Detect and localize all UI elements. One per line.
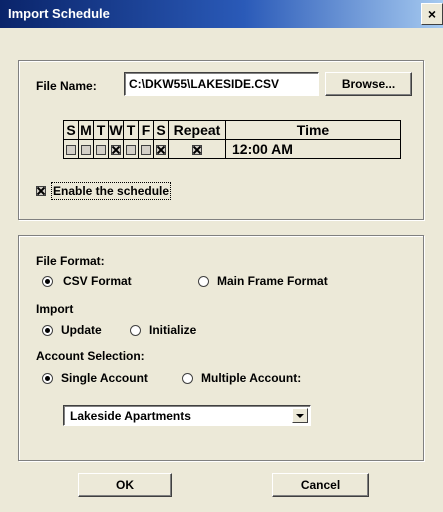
header-sunday: S xyxy=(63,120,79,140)
header-wednesday: W xyxy=(108,120,124,140)
header-thursday: T xyxy=(123,120,139,140)
schedule-time[interactable]: 12:00 AM xyxy=(225,139,401,159)
multiple-account-radio[interactable] xyxy=(182,373,193,384)
update-radio[interactable] xyxy=(42,325,53,336)
header-saturday: S xyxy=(153,120,169,140)
dialog-body: File Name: C:\DKW55\LAKESIDE.CSV Browse.… xyxy=(0,28,443,512)
enable-schedule-label[interactable]: Enable the schedule xyxy=(50,182,172,200)
browse-button[interactable]: Browse... xyxy=(325,72,412,96)
day-checkbox-saturday[interactable] xyxy=(156,145,166,156)
chevron-down-icon[interactable] xyxy=(292,408,308,423)
header-monday: M xyxy=(78,120,94,140)
day-checkbox-friday[interactable] xyxy=(141,145,151,156)
single-account-label[interactable]: Single Account xyxy=(61,371,148,385)
enable-schedule-checkbox[interactable] xyxy=(36,186,46,196)
update-label[interactable]: Update xyxy=(61,323,102,337)
ok-button[interactable]: OK xyxy=(78,473,172,497)
main-frame-format-radio[interactable] xyxy=(198,276,209,287)
cancel-button[interactable]: Cancel xyxy=(272,473,369,497)
import-label: Import xyxy=(36,302,74,316)
day-checkbox-tuesday[interactable] xyxy=(96,145,106,156)
day-checkbox-monday[interactable] xyxy=(81,145,91,156)
initialize-radio[interactable] xyxy=(130,325,141,336)
window-title: Import Schedule xyxy=(8,6,110,21)
schedule-value-row: 12:00 AM xyxy=(63,139,401,159)
account-selection-label: Account Selection: xyxy=(36,349,145,363)
csv-format-label[interactable]: CSV Format xyxy=(63,274,132,288)
file-name-label: File Name: xyxy=(36,79,97,93)
schedule-table: S M T W T F S Repeat Time 12:00 AM xyxy=(63,120,401,159)
day-checkbox-sunday[interactable] xyxy=(66,145,76,156)
header-time: Time xyxy=(225,120,401,140)
csv-format-radio[interactable] xyxy=(42,276,53,287)
title-bar: Import Schedule xyxy=(0,0,443,28)
account-combo-value: Lakeside Apartments xyxy=(70,409,191,423)
options-group xyxy=(18,235,424,461)
day-checkbox-thursday[interactable] xyxy=(126,145,136,156)
header-repeat: Repeat xyxy=(168,120,226,140)
header-tuesday: T xyxy=(93,120,109,140)
multiple-account-label[interactable]: Multiple Account: xyxy=(201,371,301,385)
account-combo[interactable]: Lakeside Apartments xyxy=(63,405,311,426)
schedule-header-row: S M T W T F S Repeat Time xyxy=(63,120,401,140)
repeat-checkbox[interactable] xyxy=(192,145,202,156)
file-name-field[interactable]: C:\DKW55\LAKESIDE.CSV xyxy=(124,72,319,96)
day-checkbox-wednesday[interactable] xyxy=(111,145,121,156)
close-button[interactable]: × xyxy=(421,3,443,25)
initialize-label[interactable]: Initialize xyxy=(149,323,196,337)
main-frame-format-label[interactable]: Main Frame Format xyxy=(217,274,328,288)
single-account-radio[interactable] xyxy=(42,373,53,384)
file-format-label: File Format: xyxy=(36,254,105,268)
header-friday: F xyxy=(138,120,154,140)
